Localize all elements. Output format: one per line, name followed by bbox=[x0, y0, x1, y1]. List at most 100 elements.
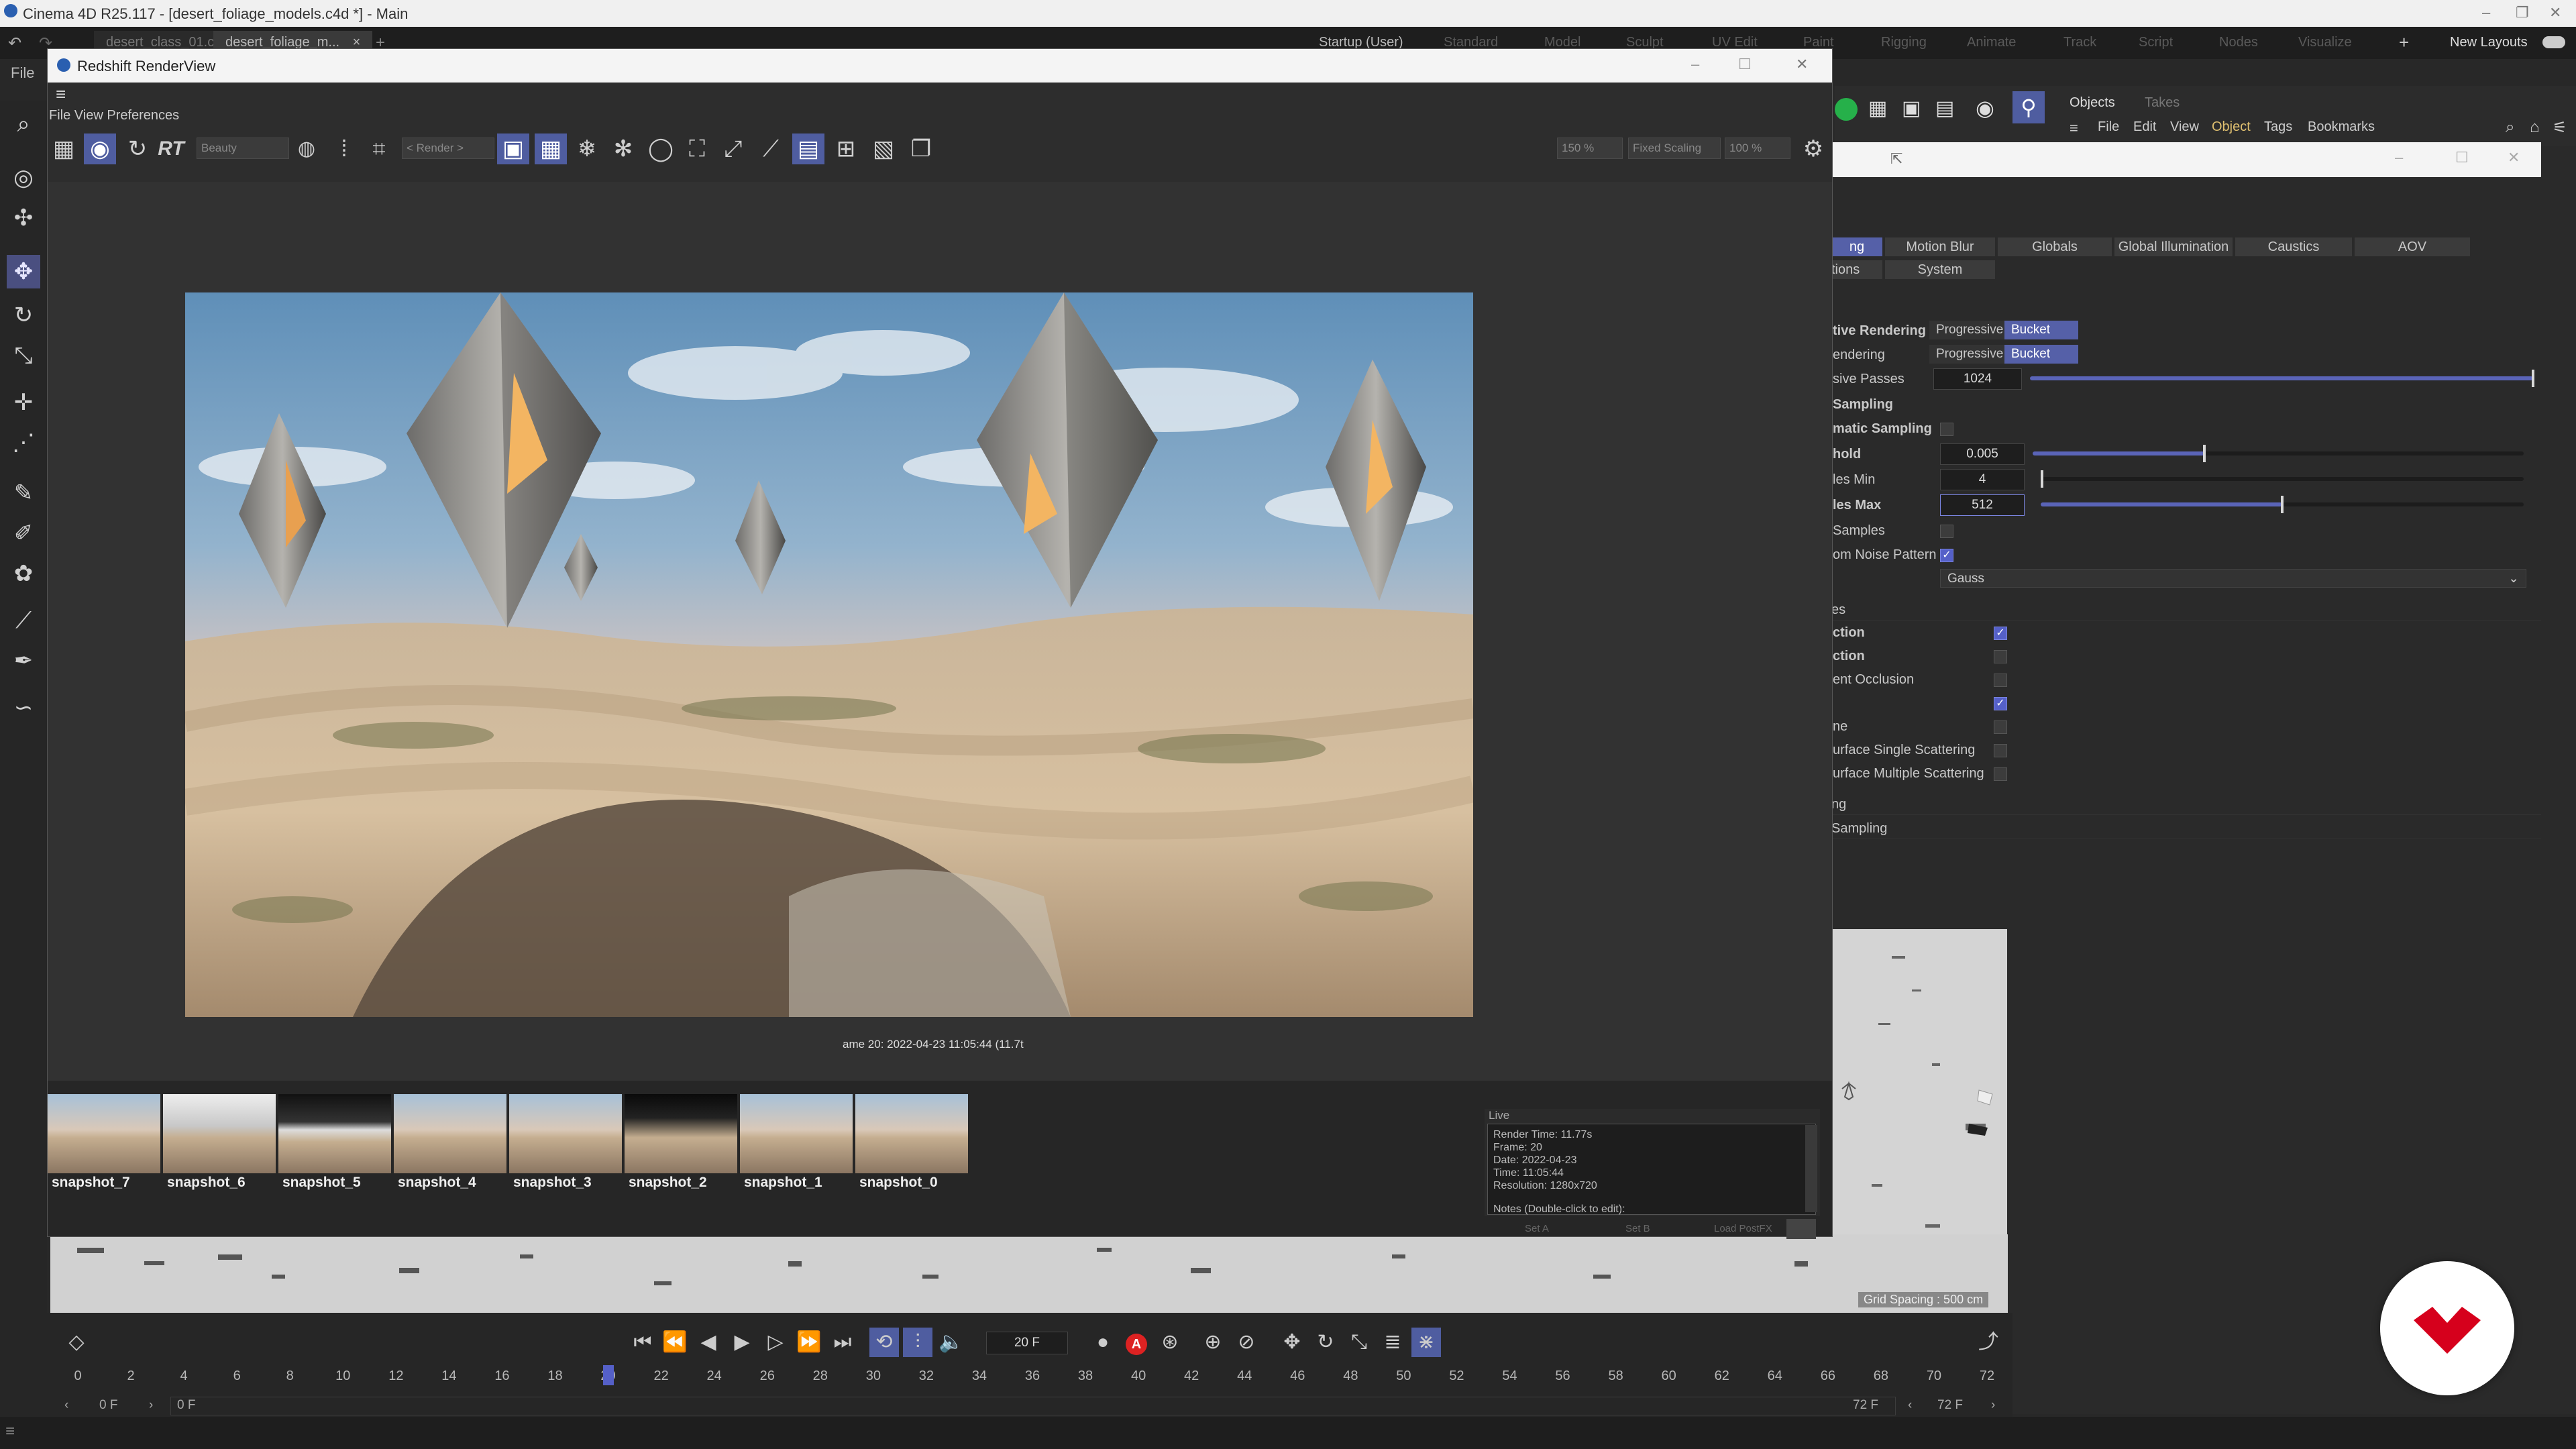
hamburger-icon[interactable]: ≡ bbox=[2070, 119, 2078, 137]
set-b-button[interactable]: Set B bbox=[1625, 1223, 1650, 1234]
playhead[interactable] bbox=[602, 1365, 614, 1385]
add-layout-icon[interactable]: + bbox=[2399, 32, 2409, 53]
current-frame-field[interactable]: 20 F bbox=[986, 1332, 1068, 1354]
layout-visualize[interactable]: Visualize bbox=[2298, 35, 2352, 50]
tab-motion-blur[interactable]: Motion Blur bbox=[1885, 237, 1995, 256]
menu-view[interactable]: View bbox=[2170, 119, 2199, 135]
render-area[interactable]: ame 20: 2022-04-23 11:05:44 (11.7t bbox=[48, 182, 1832, 1081]
render-settings-icon[interactable]: ▤ bbox=[1935, 97, 1954, 120]
menu-object[interactable]: Object bbox=[2212, 119, 2251, 135]
paint-icon[interactable]: ✿ bbox=[7, 557, 40, 590]
maximize-icon[interactable]: ❐ bbox=[2516, 4, 2529, 21]
rgb-channel-icon[interactable]: ◍ bbox=[290, 133, 323, 164]
maximize-icon[interactable]: ☐ bbox=[1738, 56, 1752, 73]
threshold-slider[interactable] bbox=[2033, 445, 2524, 462]
slider-knob[interactable] bbox=[2203, 445, 2206, 462]
minimize-icon[interactable]: – bbox=[1691, 56, 1699, 73]
random-noise-pattern-checkbox[interactable]: ✓ bbox=[1940, 549, 1953, 562]
fcurve-icon[interactable]: ⤴ bbox=[1974, 1328, 2003, 1357]
go-to-start-icon[interactable]: ⏮ bbox=[628, 1328, 657, 1357]
home-icon[interactable]: ⌂ bbox=[2530, 118, 2540, 137]
key-rot-icon[interactable]: ⊘ bbox=[1232, 1328, 1261, 1357]
wand-icon[interactable]: ⟋ bbox=[755, 133, 787, 164]
scale-field[interactable]: 100 % bbox=[1725, 138, 1790, 159]
slider-knob[interactable] bbox=[2281, 496, 2284, 513]
maximize-icon[interactable]: ☐ bbox=[2455, 149, 2469, 166]
move-icon[interactable]: ✥ bbox=[7, 255, 40, 288]
transform-icon[interactable]: ✛ bbox=[7, 386, 40, 419]
interactive-progressive-button[interactable]: Progressive bbox=[1929, 321, 2010, 339]
snapshot-item[interactable]: snapshot_0 bbox=[855, 1094, 968, 1195]
menu-file[interactable]: File bbox=[11, 64, 34, 82]
grid-dots-icon[interactable]: ⁞ bbox=[328, 133, 360, 164]
range-end-arrow-right-icon[interactable]: › bbox=[1991, 1398, 1995, 1413]
play-icon[interactable]: ▶ bbox=[727, 1328, 757, 1357]
snapshot-item[interactable]: snapshot_4 bbox=[394, 1094, 506, 1195]
samples-min-field[interactable]: 4 bbox=[1940, 469, 2025, 490]
previous-key-icon[interactable]: ⏪ bbox=[660, 1328, 690, 1357]
copy-icon[interactable]: ❐ bbox=[905, 133, 937, 164]
param-key-icon[interactable]: ≣ bbox=[1378, 1328, 1407, 1357]
layout-rigging[interactable]: Rigging bbox=[1881, 35, 1927, 50]
info-scrollbar[interactable] bbox=[1805, 1125, 1817, 1212]
set-a-button[interactable]: Set A bbox=[1525, 1223, 1549, 1234]
range-start-arrow-right-icon[interactable]: › bbox=[149, 1398, 153, 1413]
menu-file[interactable]: File bbox=[2098, 119, 2119, 135]
objects-tab[interactable]: Objects bbox=[2070, 95, 2115, 111]
automatic-sampling-checkbox[interactable] bbox=[1940, 423, 1953, 436]
override-reflection-checkbox[interactable]: ✓ bbox=[1994, 627, 2007, 640]
tab-globals[interactable]: Globals bbox=[1998, 237, 2112, 256]
layout-script[interactable]: Script bbox=[2139, 35, 2173, 50]
snapshot-item[interactable]: snapshot_3 bbox=[509, 1094, 622, 1195]
spline-pen-icon[interactable]: ✎ bbox=[7, 476, 40, 510]
slider-knob[interactable] bbox=[2532, 370, 2534, 387]
save-image-icon[interactable]: ▧ bbox=[867, 133, 900, 164]
snapshot-item[interactable]: snapshot_1 bbox=[740, 1094, 853, 1195]
go-to-end-icon[interactable]: ⏭ bbox=[828, 1328, 857, 1357]
scaling-select[interactable]: Fixed Scaling bbox=[1628, 138, 1721, 159]
hamburger-icon[interactable]: ≡ bbox=[56, 84, 66, 105]
undo-icon[interactable]: ↶ bbox=[8, 34, 21, 53]
expand-icon[interactable]: ⤢ bbox=[717, 133, 749, 164]
selection-icon[interactable]: ◎ bbox=[7, 161, 40, 195]
rendering-bucket-button[interactable]: Bucket bbox=[2004, 345, 2078, 364]
lock-icon[interactable]: ▣ bbox=[497, 133, 529, 164]
next-frame-icon[interactable]: ▷ bbox=[761, 1328, 790, 1357]
section-ng[interactable]: ng bbox=[1831, 794, 2541, 815]
tab-system[interactable]: System bbox=[1885, 260, 1995, 279]
override-ambient-occlusion-checkbox[interactable] bbox=[1994, 674, 2007, 687]
close-icon[interactable]: ✕ bbox=[2508, 149, 2520, 166]
layout-track[interactable]: Track bbox=[2063, 35, 2096, 50]
autokey-icon[interactable]: A bbox=[1122, 1328, 1151, 1357]
loop-icon[interactable]: ⟲ bbox=[869, 1328, 899, 1357]
snap-icon[interactable]: ⋰ bbox=[7, 426, 40, 460]
move-key-icon[interactable]: ✥ bbox=[1277, 1328, 1307, 1357]
range-icon[interactable]: ⫶ bbox=[903, 1328, 932, 1357]
close-icon[interactable]: ✕ bbox=[2549, 4, 2561, 21]
threshold-field[interactable]: 0.005 bbox=[1940, 443, 2025, 465]
material-icon[interactable]: ◉ bbox=[1976, 95, 1994, 121]
override-4-checkbox[interactable]: ✓ bbox=[1994, 697, 2007, 710]
progressive-passes-slider[interactable] bbox=[2030, 370, 2534, 387]
menu-tags[interactable]: Tags bbox=[2264, 119, 2292, 135]
keyframe-settings-icon[interactable]: ⊛ bbox=[1155, 1328, 1185, 1357]
keyframe-diamond-icon[interactable]: ◇ bbox=[62, 1328, 91, 1357]
range-start-field[interactable]: 0 F bbox=[99, 1398, 117, 1413]
refresh-icon[interactable]: ↻ bbox=[121, 133, 154, 164]
tab-aov[interactable]: AOV bbox=[2355, 237, 2470, 256]
light-icon[interactable]: ⚲ bbox=[2012, 91, 2045, 123]
slider-knob[interactable] bbox=[2041, 470, 2043, 488]
samples-max-slider[interactable] bbox=[2041, 496, 2524, 513]
pla-key-icon[interactable]: ⋇ bbox=[1411, 1328, 1441, 1357]
snapshot-item[interactable]: snapshot_7 bbox=[48, 1094, 160, 1195]
override-sss-single-checkbox[interactable] bbox=[1994, 744, 2007, 757]
info-panel[interactable]: Render Time: 11.77s Frame: 20 Date: 2022… bbox=[1487, 1124, 1816, 1215]
menu-edit[interactable]: Edit bbox=[2133, 119, 2156, 135]
clapper-icon[interactable]: ▦ bbox=[1868, 97, 1887, 120]
spline-draw-icon[interactable]: ✐ bbox=[7, 517, 40, 550]
override-sss-multiple-checkbox[interactable] bbox=[1994, 767, 2007, 781]
audio-icon[interactable]: 🔈 bbox=[936, 1328, 966, 1357]
brush-icon[interactable]: ⟋ bbox=[7, 604, 40, 637]
scale-icon[interactable]: ⤡ bbox=[7, 339, 40, 372]
key-pos-icon[interactable]: ⊕ bbox=[1198, 1328, 1228, 1357]
